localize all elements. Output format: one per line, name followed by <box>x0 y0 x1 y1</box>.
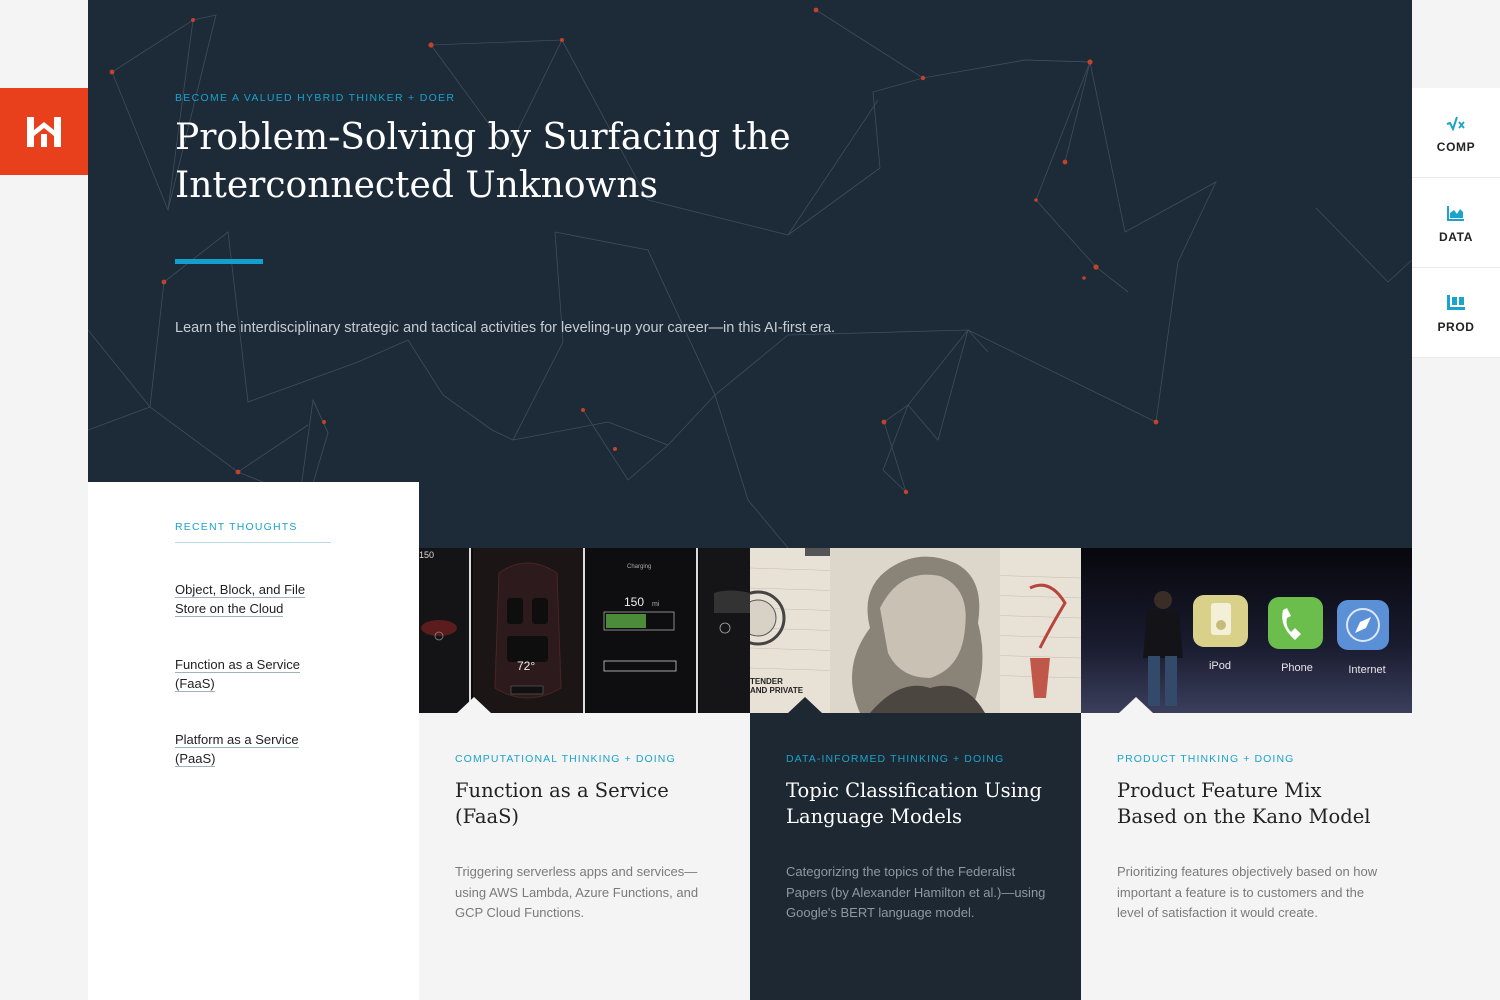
card-category[interactable]: DATA-INFORMED THINKING + DOING <box>786 753 1004 765</box>
card-description: Prioritizing features objectively based … <box>1117 864 1378 920</box>
recent-thoughts-heading: RECENT THOUGHTS <box>175 521 331 543</box>
network-background <box>88 7 1412 548</box>
card-title[interactable]: Function as a Service (FaaS) <box>455 778 725 830</box>
logo-mark-icon <box>27 116 61 147</box>
card-description: Categorizing the topics of the Federalis… <box>786 864 1046 920</box>
recent-thoughts-list: Object, Block, and File Store on the Clo… <box>175 580 331 805</box>
hero-description: Learn the interdisciplinary strategic an… <box>175 320 836 336</box>
category-nav: COMP DATA PROD <box>1412 88 1500 358</box>
nav-label-data: DATA <box>1439 229 1473 244</box>
thumb-bill-text-1: TENDER <box>750 677 783 686</box>
hero-accent-bar <box>175 259 263 264</box>
hero-title: Problem-Solving by Surfacing the Interco… <box>175 117 791 206</box>
card-description: Triggering serverless apps and services—… <box>455 864 699 920</box>
square-root-icon <box>1446 112 1466 134</box>
area-chart-icon <box>1447 202 1465 224</box>
card-notch <box>788 697 822 713</box>
article-card-faas[interactable]: 72° Charging 150 mi 150 COMPUTATIONAL TH… <box>419 548 750 1000</box>
card-category[interactable]: COMPUTATIONAL THINKING + DOING <box>455 753 676 765</box>
thumb-bill-text-2: AND PRIVATE <box>750 686 804 695</box>
card-thumbnail-car-app[interactable]: 72° Charging 150 mi 150 <box>419 548 750 713</box>
thumb-internet-label: Internet <box>1348 664 1385 676</box>
hero-eyebrow: BECOME A VALUED HYBRID THINKER + DOER <box>175 92 456 104</box>
card-thumbnail-ten-dollar-bill[interactable]: TENDER AND PRIVATE <box>750 548 1081 713</box>
page: BECOME A VALUED HYBRID THINKER + DOER Pr… <box>0 0 1500 1000</box>
thumb-left-readout: 150 <box>419 550 434 560</box>
card-notch <box>457 697 491 713</box>
card-notch <box>1119 697 1153 713</box>
recent-link-object-block-file[interactable]: Object, Block, and File Store on the Clo… <box>175 582 306 617</box>
card-category[interactable]: PRODUCT THINKING + DOING <box>1117 753 1294 765</box>
thumb-temp-readout: 72° <box>517 659 535 673</box>
article-card-kano-model[interactable]: iPod Phone Internet PRODUCT THINKING + D… <box>1081 548 1412 1000</box>
list-item: Platform as a Service (PaaS) <box>175 730 331 768</box>
thumb-range-readout: 150 <box>624 595 644 609</box>
card-title[interactable]: Topic Classification Using Language Mode… <box>786 778 1056 830</box>
thumb-phone-label: Phone <box>1281 662 1313 674</box>
nav-label-comp: COMP <box>1436 139 1476 154</box>
nav-item-data[interactable]: DATA <box>1412 178 1500 268</box>
recent-link-paas[interactable]: Platform as a Service (PaaS) <box>175 732 299 767</box>
phone-app-icon <box>1268 597 1323 649</box>
recent-thoughts-panel: RECENT THOUGHTS Object, Block, and File … <box>88 482 419 1000</box>
thumb-ipod-label: iPod <box>1209 660 1231 672</box>
product-box-icon <box>1446 292 1466 314</box>
recent-link-faas[interactable]: Function as a Service (FaaS) <box>175 657 301 692</box>
nav-item-comp[interactable]: COMP <box>1412 88 1500 178</box>
nav-label-prod: PROD <box>1437 319 1475 334</box>
card-title[interactable]: Product Feature Mix Based on the Kano Mo… <box>1117 778 1387 830</box>
thumb-charging-label: Charging <box>627 564 651 570</box>
nav-item-prod[interactable]: PROD <box>1412 268 1500 358</box>
list-item: Function as a Service (FaaS) <box>175 655 331 693</box>
thumb-range-unit: mi <box>652 601 660 608</box>
safari-app-icon <box>1337 600 1389 650</box>
ipod-app-icon <box>1193 595 1248 647</box>
hero-section: BECOME A VALUED HYBRID THINKER + DOER Pr… <box>88 0 1412 548</box>
card-thumbnail-iphone-keynote[interactable]: iPod Phone Internet <box>1081 548 1412 713</box>
article-card-topic-classification[interactable]: TENDER AND PRIVATE DATA-INFORMED THINKIN… <box>750 548 1081 1000</box>
list-item: Object, Block, and File Store on the Clo… <box>175 580 331 618</box>
brand-logo[interactable] <box>0 88 88 175</box>
